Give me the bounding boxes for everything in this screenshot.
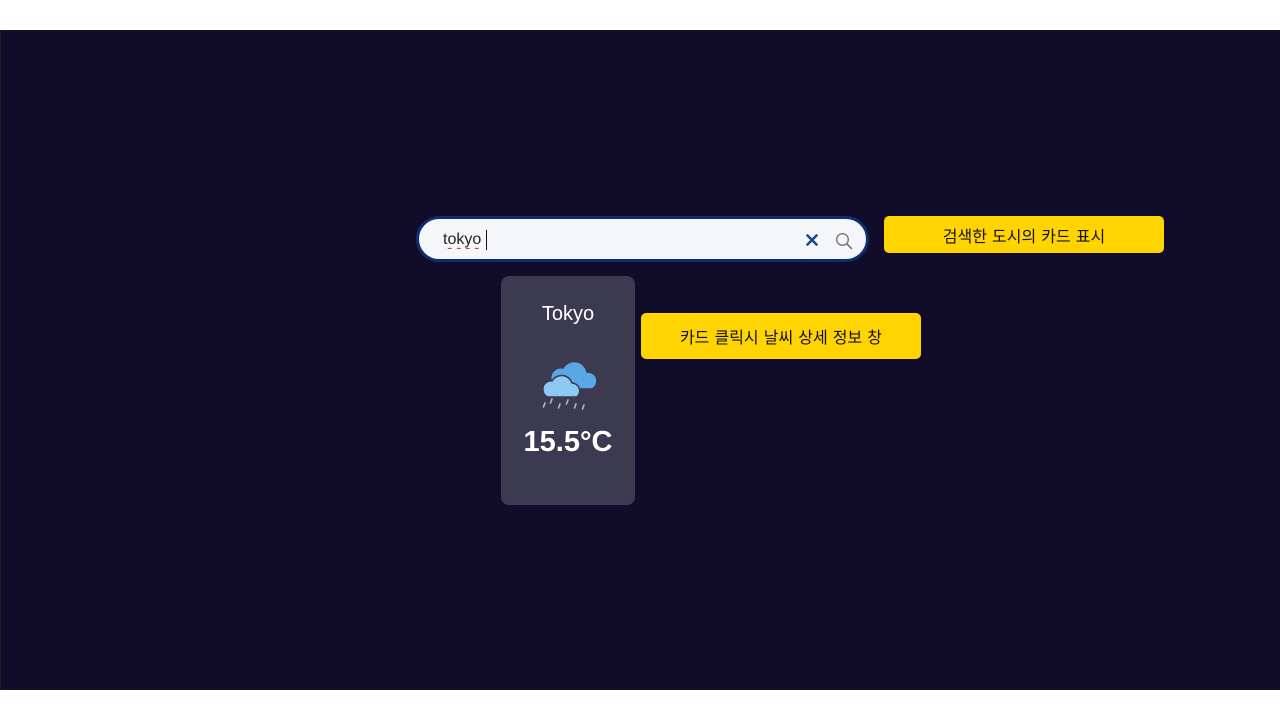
search-annotation: 검색한 도시의 카드 표시 xyxy=(884,216,1164,253)
search-bar[interactable] xyxy=(416,216,869,262)
app-viewport: 검색한 도시의 카드 표시 Tokyo 15.5°C 카드 클릭시 날씨 상세 … xyxy=(0,30,1280,690)
search-button[interactable] xyxy=(833,230,855,252)
text-caret xyxy=(486,230,487,250)
city-name: Tokyo xyxy=(541,303,595,325)
cloud-rain-icon xyxy=(542,360,598,410)
search-icon xyxy=(835,232,853,250)
weather-card[interactable]: Tokyo 15.5°C xyxy=(501,276,635,505)
clear-search-button[interactable] xyxy=(802,230,822,250)
card-annotation: 카드 클릭시 날씨 상세 정보 창 xyxy=(641,313,921,359)
close-icon xyxy=(806,234,818,246)
search-input[interactable] xyxy=(443,228,783,252)
temperature: 15.5°C xyxy=(523,426,613,458)
